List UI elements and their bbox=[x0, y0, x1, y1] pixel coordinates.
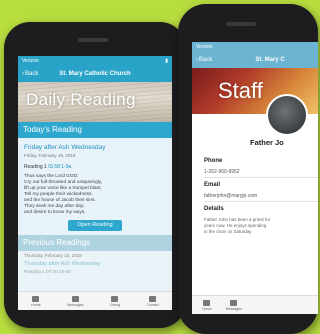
section-header-previous: Previous Readings bbox=[18, 235, 172, 251]
previous-date: Thursday, February 15, 2018 bbox=[24, 253, 82, 258]
top-bar: Verizon ‹ Back St. Mary C bbox=[192, 42, 318, 68]
nav-title: St. Mary C bbox=[255, 56, 285, 63]
left-phone: Verizon ▮ ‹ Back St. Mary Catholic Churc… bbox=[4, 22, 186, 328]
section-header-today: Today's Reading bbox=[18, 122, 172, 138]
battery-icon: ▮ bbox=[165, 57, 168, 64]
back-label: Back bbox=[25, 70, 39, 77]
tab-bar: Home Messages Giving Contact bbox=[18, 291, 172, 310]
home-icon bbox=[32, 295, 40, 302]
details-label: Details bbox=[204, 206, 224, 212]
details-text: Father John has been a priest for years … bbox=[204, 217, 314, 235]
divider bbox=[204, 201, 318, 202]
speaker-grille bbox=[78, 38, 108, 42]
reading-label: Reading 1 bbox=[24, 164, 47, 170]
top-bar: Verizon ▮ ‹ Back St. Mary Catholic Churc… bbox=[18, 56, 172, 82]
right-phone: Verizon ‹ Back St. Mary C Staff Father J… bbox=[178, 4, 318, 334]
back-label: Back bbox=[199, 56, 213, 63]
email-value[interactable]: fatherjohn@maryjp.com bbox=[204, 193, 257, 199]
tab-label: Messages bbox=[67, 302, 84, 307]
previous-reading-item[interactable]: Thursday, February 15, 2018 Thursday aft… bbox=[18, 251, 172, 295]
open-reading-button[interactable]: Open Reading bbox=[68, 220, 122, 231]
nav-bar: ‹ Back St. Mary Catholic Church bbox=[18, 65, 172, 82]
previous-heading: Thursday after Ash Wednesday bbox=[24, 261, 101, 267]
messages-icon bbox=[71, 295, 79, 302]
tab-giving[interactable]: Giving bbox=[109, 295, 121, 307]
daily-reading-screen: Verizon ▮ ‹ Back St. Mary Catholic Churc… bbox=[18, 56, 172, 310]
tab-label: Giving bbox=[109, 302, 121, 307]
tab-messages[interactable]: Messages bbox=[67, 295, 84, 307]
banner-title: Daily Reading bbox=[26, 90, 136, 109]
details-line: in the choir on Saturday bbox=[204, 229, 252, 234]
reading-text-line: and desire to know my ways, bbox=[24, 210, 86, 215]
back-button[interactable]: ‹ Back bbox=[196, 57, 212, 63]
chevron-left-icon: ‹ bbox=[196, 56, 198, 63]
reading-date: Friday, February 16, 2018 bbox=[24, 153, 76, 158]
avatar bbox=[266, 94, 308, 136]
tab-contact[interactable]: Contact bbox=[146, 295, 159, 307]
divider bbox=[204, 177, 318, 178]
back-button[interactable]: ‹ Back bbox=[22, 71, 38, 77]
today-reading-card[interactable]: Friday after Ash Wednesday Friday, Febru… bbox=[18, 138, 172, 235]
banner-title: Staff bbox=[218, 78, 263, 103]
status-bar: Verizon bbox=[192, 42, 318, 51]
tab-bar: Home Messages bbox=[192, 295, 318, 314]
tab-label: Messages bbox=[225, 306, 242, 311]
carrier-label: Verizon bbox=[22, 57, 39, 64]
previous-snippet: Reading 1 DT 30:15-20 bbox=[24, 269, 71, 274]
home-icon bbox=[203, 299, 211, 306]
carrier-label: Verizon bbox=[196, 43, 213, 50]
chevron-left-icon: ‹ bbox=[22, 70, 24, 77]
tab-label: Contact bbox=[146, 302, 159, 307]
giving-icon bbox=[111, 295, 119, 302]
staff-name: Father Jo bbox=[250, 138, 284, 147]
nav-bar: ‹ Back St. Mary C bbox=[192, 51, 318, 68]
reading-text: Thus says the Lord GOD: Cry out full-thr… bbox=[24, 174, 166, 216]
tab-home[interactable]: Home bbox=[31, 295, 41, 307]
phone-label: Phone bbox=[204, 158, 223, 164]
contact-icon bbox=[149, 295, 157, 302]
status-bar: Verizon ▮ bbox=[18, 56, 172, 65]
tab-label: Home bbox=[202, 306, 212, 311]
tab-label: Home bbox=[31, 302, 41, 307]
staff-screen: Verizon ‹ Back St. Mary C Staff Father J… bbox=[192, 42, 318, 314]
phone-value[interactable]: 1-262-960-9952 bbox=[204, 169, 240, 175]
reading-reference-line: Reading 1 IS 58:1-9a bbox=[24, 164, 166, 170]
tab-messages[interactable]: Messages bbox=[225, 299, 242, 311]
reading-reference-link[interactable]: IS 58:1-9a bbox=[48, 164, 71, 170]
email-label: Email bbox=[204, 182, 221, 188]
tab-home[interactable]: Home bbox=[202, 299, 212, 311]
nav-title: St. Mary Catholic Church bbox=[59, 70, 131, 77]
speaker-grille bbox=[226, 22, 256, 26]
reading-heading: Friday after Ash Wednesday bbox=[24, 144, 106, 151]
messages-icon bbox=[230, 299, 238, 306]
daily-reading-banner: Daily Reading bbox=[18, 82, 172, 122]
